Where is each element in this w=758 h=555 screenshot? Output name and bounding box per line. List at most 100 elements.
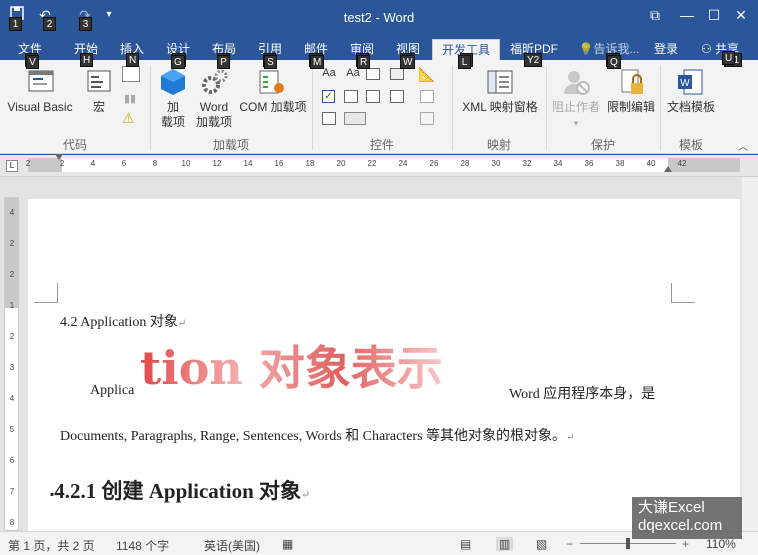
group-label-controls: 控件 xyxy=(369,138,394,152)
ruler-tick-label: 30 xyxy=(491,159,501,168)
vertical-ruler-tick-label: 6 xyxy=(9,456,15,465)
print-layout-icon[interactable]: ▥ xyxy=(496,537,514,551)
word-art-text[interactable]: tion 对象表示 xyxy=(140,341,443,395)
macro-security-icon[interactable]: ⚠ xyxy=(122,110,135,127)
date-picker-control-icon[interactable] xyxy=(390,90,404,103)
read-mode-icon[interactable]: ▤ xyxy=(460,537,471,551)
ruler-tick-label: 4 xyxy=(90,159,96,168)
keytip-save: 1 xyxy=(9,17,22,31)
ruler-tick-label: 26 xyxy=(429,159,439,168)
paragraph-end: Word 应用程序本身，是 xyxy=(509,387,656,402)
close-button[interactable]: ✕ xyxy=(730,4,752,26)
vertical-ruler-tick-label: 1 xyxy=(9,301,15,310)
com-addins-icon xyxy=(259,70,284,94)
word-template-icon: W xyxy=(678,69,703,95)
picture-control-icon[interactable] xyxy=(366,68,380,80)
collapse-ribbon-icon[interactable]: ︿ xyxy=(738,138,748,153)
vertical-ruler-tick-label: 4 xyxy=(9,208,15,217)
design-mode-icon[interactable]: 📐 xyxy=(418,66,436,82)
building-block-icon[interactable] xyxy=(390,68,404,80)
xml-mapping-icon xyxy=(487,70,513,94)
vertical-ruler-tick-label: 4 xyxy=(9,394,15,403)
lightbulb-icon: 💡 xyxy=(578,42,594,56)
maximize-button[interactable]: ☐ xyxy=(703,4,725,26)
zoom-slider-thumb[interactable] xyxy=(626,538,630,549)
keytip-addins: G xyxy=(171,55,185,69)
vertical-ruler-tick-label: 8 xyxy=(9,518,15,527)
legacy-tools-icon[interactable] xyxy=(344,112,366,125)
group-label-templates: 模板 xyxy=(678,138,703,152)
web-layout-icon[interactable]: ▧ xyxy=(536,537,547,551)
record-macro-icon[interactable] xyxy=(122,66,140,82)
ruler-tick-label: 28 xyxy=(460,159,470,168)
vertical-scrollbar[interactable] xyxy=(742,177,758,531)
zoom-level[interactable]: 110% xyxy=(706,537,736,551)
horizontal-ruler[interactable]: 2 2 4 6 8 10 12 14 16 18 20 22 24 26 28 30 32 34 36 38 40 42 xyxy=(26,154,740,172)
title-bar: 1 ↶ 2 ↷ 3 ▾ test2 - Word ⧉ — ☐ ✕ xyxy=(0,0,758,36)
keytip-restrict: Q xyxy=(607,55,621,69)
block-authors-button[interactable]: 阻止作者 ▾ xyxy=(548,66,604,132)
developer-ribbon: Visual Basic 宏 ▮▮ ⚠ V 代码 加 载项 Word 加载项 C… xyxy=(0,51,758,154)
gears-icon xyxy=(202,69,228,94)
group-label-code: 代码 xyxy=(62,138,87,152)
pause-recording-icon[interactable]: ▮▮ xyxy=(124,92,136,105)
com-addins-button[interactable]: COM 加载项 xyxy=(236,66,310,126)
ruler-tick-label: 20 xyxy=(336,159,346,168)
ruler-tick-label: 34 xyxy=(553,159,563,168)
macro-record-icon[interactable]: ▦ xyxy=(282,537,293,551)
ruler-tick-label: 24 xyxy=(398,159,408,168)
ruler-tick-label: 18 xyxy=(305,159,315,168)
margin-corner-left xyxy=(34,283,58,303)
keytip-controls-3: W xyxy=(400,55,416,69)
word-count[interactable]: 1148 个字 xyxy=(116,537,169,554)
ruler-tick-label: 6 xyxy=(121,159,127,168)
repeating-section-icon[interactable] xyxy=(322,112,336,125)
restrict-editing-button[interactable]: 限制编辑 xyxy=(604,66,658,126)
paragraph-line-2: Documents, Paragraphs, Range, Sentences,… xyxy=(60,429,575,444)
document-page[interactable]: 4.2 Application 对象↵ tion 对象表示 Applica Wo… xyxy=(28,199,740,531)
ruler-tick-label: 38 xyxy=(615,159,625,168)
document-template-button[interactable]: W 文档模板 xyxy=(662,66,720,126)
vertical-ruler[interactable]: 4 2 2 1 2 3 4 5 6 7 8 xyxy=(4,197,19,531)
keytip-insert: N xyxy=(126,53,140,67)
group-label-mapping: 映射 xyxy=(486,138,511,152)
right-indent-marker[interactable] xyxy=(664,166,672,172)
paragraph-start: Applica xyxy=(90,383,135,398)
minimize-button[interactable]: — xyxy=(676,4,698,26)
xml-mapping-pane-button[interactable]: XML 映射窗格 xyxy=(456,66,544,126)
page-count[interactable]: 第 1 页，共 2 页 xyxy=(8,537,95,554)
language-indicator[interactable]: 英语(美国) xyxy=(204,537,260,554)
macros-button[interactable]: 宏 xyxy=(82,66,116,126)
dropdown-control-icon[interactable] xyxy=(366,90,380,103)
ruler-tick-label: 2 xyxy=(25,159,31,168)
zoom-in-button[interactable]: + xyxy=(682,537,689,551)
addins-button[interactable]: 加 载项 xyxy=(156,66,190,132)
macros-icon xyxy=(87,70,111,92)
person-icon: ⚇ xyxy=(700,42,716,56)
group-label-addins: 加载项 xyxy=(212,138,249,152)
keytip-home: H xyxy=(80,53,94,67)
keytip-controls-2: R xyxy=(357,55,371,69)
first-line-indent-marker[interactable] xyxy=(55,154,63,160)
ruler-tick-label: 8 xyxy=(152,159,158,168)
margin-corner-right xyxy=(671,283,695,303)
ruler-tick-label: 42 xyxy=(677,159,687,168)
ruler-tick-label: 36 xyxy=(584,159,594,168)
keytip-redo: 3 xyxy=(79,17,92,31)
keytip-controls: M xyxy=(310,55,325,69)
zoom-out-button[interactable]: − xyxy=(566,537,573,551)
word-addins-button[interactable]: Word 加载项 xyxy=(194,66,234,132)
keytip-word-addins: P xyxy=(217,55,230,69)
ruler-tick-label: 22 xyxy=(367,159,377,168)
horizontal-ruler-bar: L 2 2 4 6 8 10 12 14 16 18 20 22 24 26 28 30 32 34 36 38 40 4… xyxy=(0,154,758,177)
group-icon[interactable] xyxy=(420,112,434,125)
site-watermark: 大谦Excel dqexcel.com xyxy=(632,497,742,539)
visual-basic-button[interactable]: Visual Basic xyxy=(4,66,76,126)
ribbon-display-options-button[interactable]: ⧉ xyxy=(644,4,666,26)
ruler-tick-label: 12 xyxy=(212,159,222,168)
tab-selector-icon[interactable]: L xyxy=(6,160,18,172)
properties-icon[interactable] xyxy=(420,90,434,103)
combo-box-control-icon[interactable] xyxy=(344,90,358,103)
checkbox-control-icon[interactable]: ✓ xyxy=(322,90,335,103)
sign-in-link[interactable]: 登录 xyxy=(648,39,684,60)
